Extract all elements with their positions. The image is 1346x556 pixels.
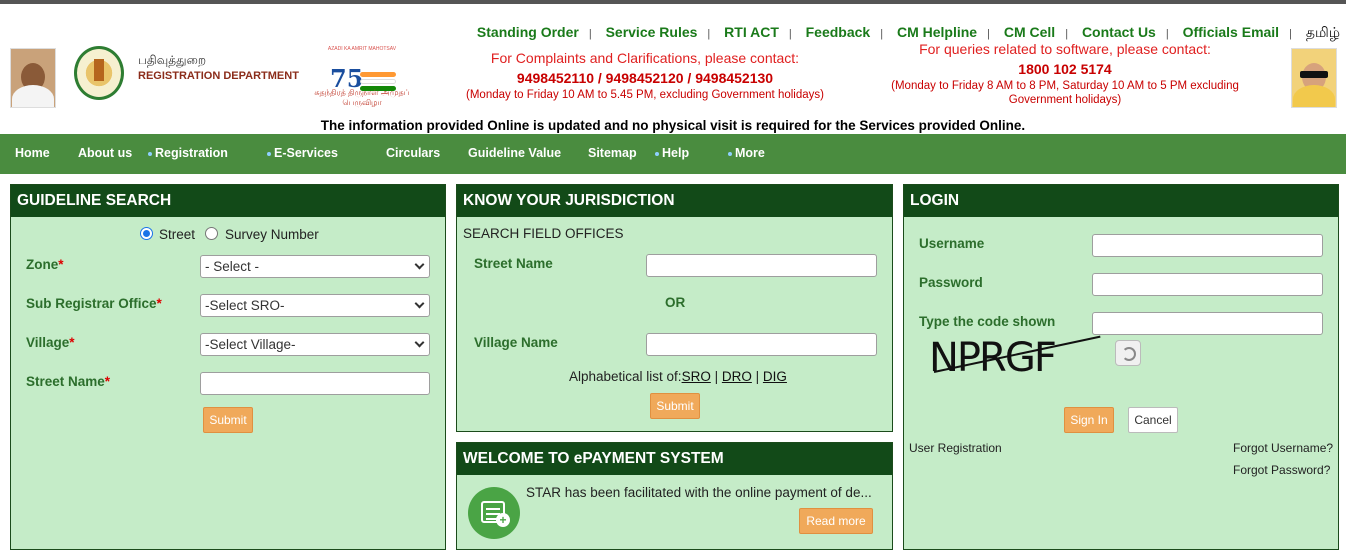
user-registration-link[interactable]: User Registration bbox=[909, 441, 1002, 455]
epayment-title: WELCOME TO ePAYMENT SYSTEM bbox=[457, 443, 892, 475]
password-label: Password bbox=[919, 275, 983, 290]
nav-circulars[interactable]: Circulars bbox=[386, 146, 440, 160]
jurisdiction-panel: KNOW YOUR JURISDICTION SEARCH FIELD OFFI… bbox=[456, 184, 893, 432]
link-sro[interactable]: SRO bbox=[682, 369, 711, 384]
village-label: Village* bbox=[26, 335, 75, 350]
azadi-logo: AZADI KA AMRIT MAHOTSAV 75 சுதந்திரத் தி… bbox=[314, 46, 410, 107]
alphabetical-list: Alphabetical list of:SRO | DRO | DIG bbox=[569, 369, 787, 384]
nav-help[interactable]: Help bbox=[655, 146, 689, 160]
survey-number-radio-label: Survey Number bbox=[225, 227, 319, 242]
password-input[interactable] bbox=[1092, 273, 1323, 296]
search-field-offices-label: SEARCH FIELD OFFICES bbox=[463, 226, 624, 241]
sign-in-button[interactable]: Sign In bbox=[1064, 407, 1114, 433]
forgot-username-link[interactable]: Forgot Username? bbox=[1233, 441, 1333, 455]
jurisdiction-village-input[interactable] bbox=[646, 333, 877, 356]
link-contact-us[interactable]: Contact Us bbox=[1082, 24, 1156, 40]
link-cm-cell[interactable]: CM Cell bbox=[1004, 24, 1055, 40]
department-title: பதிவுத்துறை REGISTRATION DEPARTMENT bbox=[138, 52, 299, 84]
captcha-refresh-icon[interactable] bbox=[1115, 340, 1141, 366]
nav-guideline-value[interactable]: Guideline Value bbox=[468, 146, 561, 160]
captcha-input[interactable] bbox=[1092, 312, 1323, 335]
link-rti-act[interactable]: RTI ACT bbox=[724, 24, 779, 40]
nav-e-services[interactable]: E-Services bbox=[267, 146, 338, 160]
login-panel: LOGIN Username Password Type the code sh… bbox=[903, 184, 1339, 550]
street-name-label: Street Name* bbox=[26, 374, 111, 389]
zone-select[interactable]: - Select - bbox=[200, 255, 430, 278]
guideline-search-panel: GUIDELINE SEARCH Street Survey Number Zo… bbox=[10, 184, 446, 550]
link-dig[interactable]: DIG bbox=[763, 369, 787, 384]
main-navbar: Home About us Registration E-Services Ci… bbox=[0, 134, 1346, 174]
forgot-password-link[interactable]: Forgot Password? bbox=[1233, 463, 1330, 477]
complaints-contact: For Complaints and Clarifications, pleas… bbox=[466, 50, 824, 101]
leader-photo bbox=[1291, 48, 1337, 108]
nav-registration[interactable]: Registration bbox=[148, 146, 228, 160]
nav-home[interactable]: Home bbox=[15, 146, 50, 160]
guideline-submit-button[interactable]: Submit bbox=[203, 407, 253, 433]
link-tamil-language[interactable]: தமிழ் bbox=[1306, 24, 1340, 40]
link-dro[interactable]: DRO bbox=[722, 369, 752, 384]
or-label: OR bbox=[665, 295, 686, 310]
zone-label: Zone* bbox=[26, 257, 64, 272]
jurisdiction-street-label: Street Name bbox=[474, 256, 553, 271]
jurisdiction-village-label: Village Name bbox=[474, 335, 558, 350]
chevron-down-icon bbox=[414, 259, 425, 270]
link-service-rules[interactable]: Service Rules bbox=[606, 24, 698, 40]
survey-number-radio[interactable] bbox=[205, 227, 218, 240]
site-header: பதிவுத்துறை REGISTRATION DEPARTMENT AZAD… bbox=[0, 4, 1346, 134]
online-notice: The information provided Online is updat… bbox=[320, 118, 1026, 133]
nav-about-us[interactable]: About us bbox=[78, 146, 132, 160]
street-name-input[interactable] bbox=[200, 372, 430, 395]
sro-label: Sub Registrar Office* bbox=[26, 296, 162, 311]
chevron-down-icon bbox=[414, 337, 425, 348]
jurisdiction-submit-button[interactable]: Submit bbox=[650, 393, 700, 419]
captcha-label: Type the code shown bbox=[919, 314, 1056, 329]
link-officials-email[interactable]: Officials Email bbox=[1183, 24, 1279, 40]
sro-select[interactable]: -Select SRO- bbox=[200, 294, 430, 317]
read-more-button[interactable]: Read more bbox=[799, 508, 873, 534]
nav-sitemap[interactable]: Sitemap bbox=[588, 146, 637, 160]
jurisdiction-street-input[interactable] bbox=[646, 254, 877, 277]
dept-title-english: REGISTRATION DEPARTMENT bbox=[138, 70, 299, 82]
tn-emblem-logo bbox=[74, 46, 124, 100]
link-feedback[interactable]: Feedback bbox=[806, 24, 871, 40]
epayment-text: STAR has been facilitated with the onlin… bbox=[526, 485, 872, 500]
username-input[interactable] bbox=[1092, 234, 1323, 257]
link-standing-order[interactable]: Standing Order bbox=[477, 24, 579, 40]
nav-more[interactable]: More bbox=[728, 146, 765, 160]
street-radio-label: Street bbox=[159, 227, 196, 242]
software-contact: For queries related to software, please … bbox=[891, 41, 1239, 106]
jurisdiction-title: KNOW YOUR JURISDICTION bbox=[457, 185, 892, 217]
cancel-button[interactable]: Cancel bbox=[1128, 407, 1178, 433]
epayment-panel: WELCOME TO ePAYMENT SYSTEM + STAR has be… bbox=[456, 442, 893, 550]
dept-title-tamil: பதிவுத்துறை bbox=[138, 53, 206, 67]
calendar-payment-icon: + bbox=[468, 487, 520, 539]
village-select[interactable]: -Select Village- bbox=[200, 333, 430, 356]
link-cm-helpline[interactable]: CM Helpline bbox=[897, 24, 977, 40]
chevron-down-icon bbox=[414, 298, 425, 309]
street-radio[interactable] bbox=[140, 227, 153, 240]
guideline-search-title: GUIDELINE SEARCH bbox=[11, 185, 445, 217]
login-title: LOGIN bbox=[904, 185, 1338, 217]
chief-minister-photo bbox=[10, 48, 56, 108]
username-label: Username bbox=[919, 236, 985, 251]
